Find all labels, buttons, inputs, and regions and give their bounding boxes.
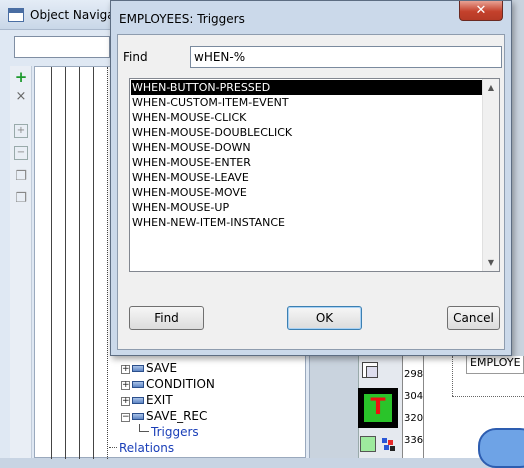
- trigger-list-item[interactable]: WHEN-NEW-ITEM-INSTANCE: [131, 215, 483, 230]
- close-button[interactable]: ✕: [459, 1, 503, 21]
- trigger-list-item[interactable]: WHEN-MOUSE-LEAVE: [131, 170, 483, 185]
- trigger-list-item[interactable]: WHEN-MOUSE-UP: [131, 200, 483, 215]
- create-icon[interactable]: +: [14, 70, 28, 85]
- tree-guide-line: [65, 67, 66, 459]
- block-item-icon: [132, 397, 144, 404]
- vertical-ruler: 298 304 320 336: [402, 356, 424, 458]
- trigger-list-item[interactable]: WHEN-MOUSE-MOVE: [131, 185, 483, 200]
- window-icon: [8, 8, 24, 22]
- find-label: Find: [123, 50, 148, 64]
- navigator-toolbar: + × + − ❐ ❐: [10, 66, 32, 458]
- trigger-list[interactable]: WHEN-BUTTON-PRESSED WHEN-CUSTOM-ITEM-EVEN…: [129, 78, 500, 272]
- trigger-list-item[interactable]: WHEN-MOUSE-DOUBLECLICK: [131, 125, 483, 140]
- cancel-button[interactable]: Cancel: [447, 306, 500, 330]
- ruler-number: 298: [404, 369, 424, 380]
- block-item-icon: [132, 413, 144, 420]
- expand-toggle-icon[interactable]: +: [121, 397, 130, 406]
- trigger-list-item[interactable]: WHEN-MOUSE-DOWN: [131, 140, 483, 155]
- tree-item-label: Relations: [119, 441, 175, 455]
- color-palette-icon[interactable]: [382, 438, 396, 452]
- block-item-icon: [132, 365, 144, 372]
- canvas-guide-line: [452, 396, 524, 397]
- delete-icon[interactable]: ×: [14, 90, 28, 104]
- trigger-list-item[interactable]: WHEN-CUSTOM-ITEM-EVENT: [131, 95, 483, 110]
- tree-item-label: SAVE_REC: [146, 409, 208, 423]
- trigger-list-item[interactable]: WHEN-MOUSE-CLICK: [131, 110, 483, 125]
- list-scrollbar[interactable]: ▲ ▼: [482, 79, 499, 271]
- text-tool-icon[interactable]: T: [358, 388, 398, 428]
- expand-icon[interactable]: +: [14, 124, 28, 138]
- close-icon: ✕: [475, 3, 487, 18]
- trigger-list-item[interactable]: WHEN-BUTTON-PRESSED: [131, 80, 483, 95]
- tree-item-label: CONDITION: [146, 377, 215, 391]
- expand-toggle-icon[interactable]: +: [121, 381, 130, 390]
- tree-item-save-rec[interactable]: − SAVE_REC: [121, 408, 207, 424]
- tree-item-condition[interactable]: + CONDITION: [121, 376, 215, 392]
- block-item-icon: [132, 381, 144, 388]
- fill-color-icon[interactable]: [360, 436, 376, 452]
- dialog-title: EMPLOYEES: Triggers: [119, 12, 245, 26]
- tree-item-save[interactable]: + SAVE: [121, 360, 177, 376]
- tree-guide-line: [79, 67, 80, 459]
- tree-guide-line: [51, 67, 52, 459]
- ok-button[interactable]: OK: [287, 306, 362, 330]
- find-input[interactable]: [190, 46, 502, 68]
- ruler-number: 336: [404, 435, 424, 446]
- collapse-all-icon[interactable]: ❐: [14, 192, 28, 206]
- find-button[interactable]: Find: [129, 306, 204, 330]
- triggers-dialog: EMPLOYEES: Triggers ✕ Find WHEN-BUTTON-P…: [110, 0, 512, 356]
- ruler-number: 304: [404, 391, 424, 402]
- tree-item-exit[interactable]: + EXIT: [121, 392, 173, 408]
- tree-item-label: Triggers: [151, 425, 199, 439]
- ruler-number: 320: [404, 413, 424, 424]
- collapse-icon[interactable]: −: [14, 146, 28, 160]
- scroll-down-icon[interactable]: ▼: [483, 254, 499, 271]
- canvas-guide-line: [452, 356, 453, 396]
- navigator-find-field[interactable]: [14, 36, 110, 58]
- canvas-rounded-shape[interactable]: [478, 428, 524, 468]
- tree-connector-icon: [109, 440, 117, 448]
- copy-icon[interactable]: [362, 362, 378, 378]
- tree-item-label: EXIT: [146, 393, 173, 407]
- text-tool-letter: T: [364, 394, 392, 422]
- collapse-toggle-icon[interactable]: −: [121, 413, 130, 422]
- canvas-frame-label[interactable]: EMPLOYE: [466, 356, 524, 374]
- scroll-up-icon[interactable]: ▲: [483, 79, 499, 96]
- navigator-title: Object Navigator: [30, 8, 110, 22]
- tree-connector-icon: [139, 424, 149, 432]
- expand-all-icon[interactable]: ❐: [14, 170, 28, 184]
- expand-toggle-icon[interactable]: +: [121, 365, 130, 374]
- tree-item-relations[interactable]: Relations: [109, 440, 174, 456]
- tree-item-triggers[interactable]: Triggers: [139, 424, 199, 440]
- tree-guide-line: [93, 67, 94, 459]
- tree-item-label: SAVE: [146, 361, 178, 375]
- tree-guide-line: [107, 67, 108, 459]
- trigger-list-items: WHEN-BUTTON-PRESSED WHEN-CUSTOM-ITEM-EVEN…: [131, 80, 483, 230]
- dialog-titlebar[interactable]: EMPLOYEES: Triggers ✕: [111, 1, 511, 34]
- trigger-list-item[interactable]: WHEN-MOUSE-ENTER: [131, 155, 483, 170]
- dialog-body: Find WHEN-BUTTON-PRESSEDWHEN-CUSTOM-ITEM…: [117, 34, 505, 350]
